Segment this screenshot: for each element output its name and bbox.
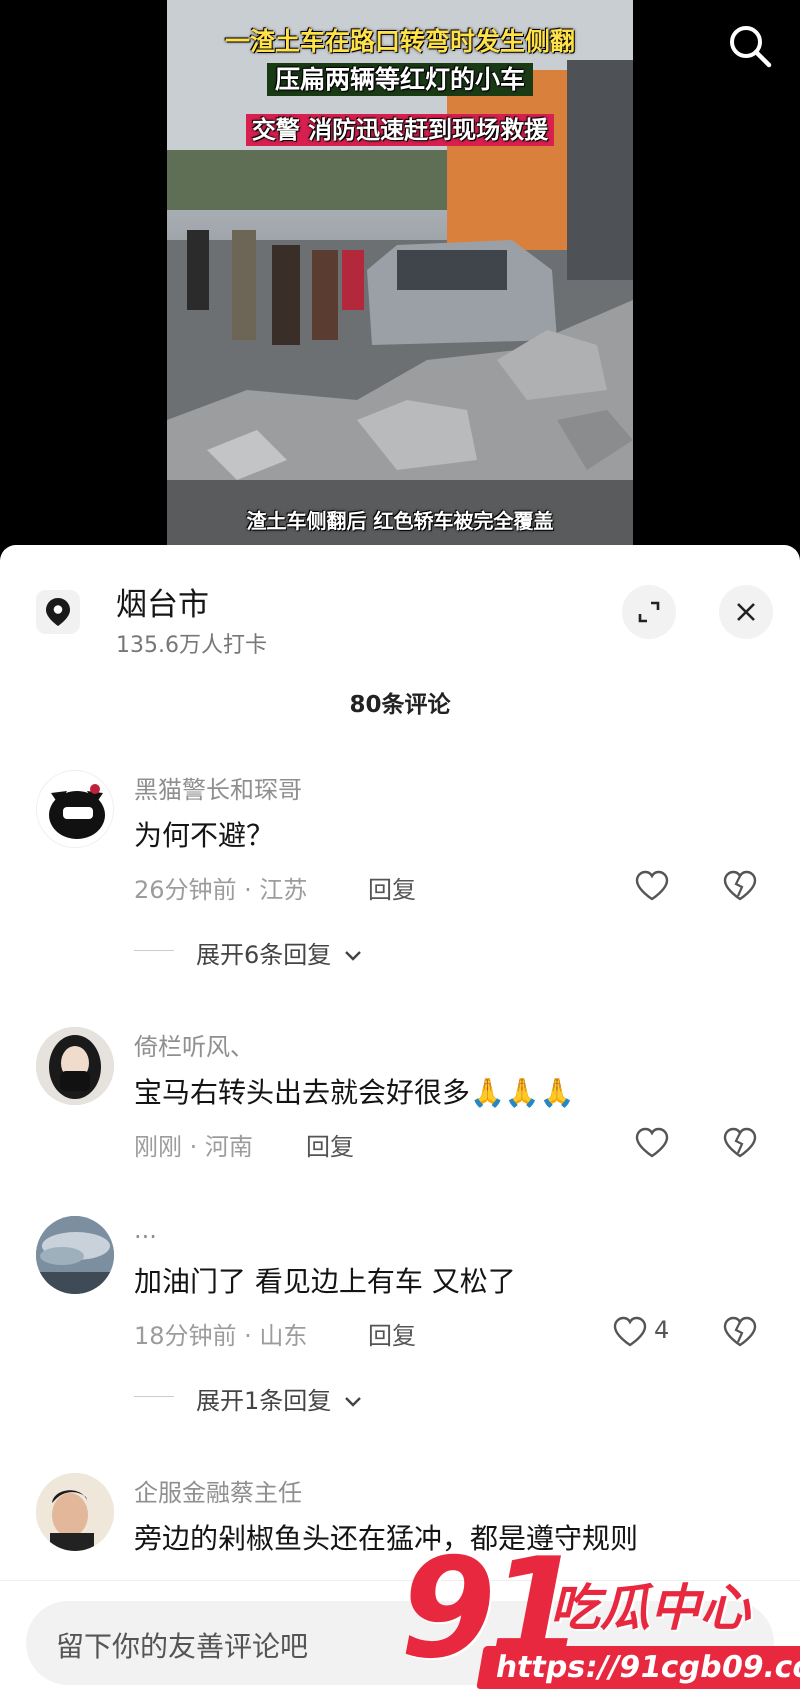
heart-icon [635, 1127, 669, 1158]
comment-input-bar: 留下你的友善评论吧 [0, 1580, 800, 1707]
like-count: 4 [654, 1316, 670, 1344]
like-button[interactable] [632, 1123, 672, 1163]
reply-button[interactable]: 回复 [368, 1316, 416, 1351]
video-subtitle: 渣土车侧翻后 红色轿车被完全覆盖 [246, 509, 554, 533]
comment-meta: 刚刚 · 河南 [134, 1133, 253, 1161]
comment-sheet: 烟台市 135.6万人打卡 80条评论 黑猫警长和琛哥 为何不避？ 26分钟前 … [0, 545, 800, 1707]
video-caption-line-3-text: 交警 消防迅速赶到现场救援 [245, 114, 555, 146]
video-caption-line-3: 交警 消防迅速赶到现场救援 [167, 110, 633, 146]
avatar[interactable] [36, 1027, 114, 1105]
comment-username[interactable]: 倚栏听风、 [134, 1027, 254, 1062]
expand-replies-button[interactable]: 展开6条回复 [196, 935, 363, 970]
user-photo-avatar [36, 1027, 114, 1105]
location-title[interactable]: 烟台市 [116, 579, 209, 624]
comment-username[interactable]: 黑猫警长和琛哥 [134, 770, 302, 805]
like-button[interactable] [632, 866, 672, 906]
search-icon [730, 26, 772, 68]
comment-username[interactable]: 企服金融蔡主任 [134, 1473, 302, 1508]
expand-divider [134, 1396, 174, 1397]
avatar[interactable] [36, 1473, 114, 1551]
location-pin-icon [46, 598, 70, 626]
comment-input-placeholder: 留下你的友善评论吧 [56, 1630, 309, 1663]
dislike-button[interactable] [720, 1123, 760, 1163]
video-caption-line-1: 一渣土车在路口转弯时发生侧翻 [224, 27, 575, 56]
comment-username[interactable]: ... [134, 1216, 157, 1244]
video-frame[interactable]: 一渣土车在路口转弯时发生侧翻 压扁两辆等红灯的小车 交警 消防迅速赶到现场救援 … [167, 0, 633, 545]
expand-divider [134, 950, 174, 951]
dislike-button[interactable] [720, 866, 760, 906]
broken-heart-icon [723, 1127, 757, 1158]
comment-text: 宝马右转头出去就会好很多🙏🙏🙏 [134, 1076, 575, 1109]
comment-text: 为何不避？ [134, 819, 275, 852]
user-photo-avatar [36, 1473, 114, 1551]
expand-sheet-button[interactable] [622, 585, 676, 639]
reply-button[interactable]: 回复 [306, 1127, 354, 1162]
dislike-button[interactable] [720, 1312, 760, 1352]
heart-icon [613, 1316, 647, 1347]
expand-replies-label: 展开6条回复 [196, 941, 332, 969]
heart-icon [635, 870, 669, 901]
avatar[interactable] [36, 1216, 114, 1294]
comment-count-title: 80条评论 [349, 692, 451, 718]
location-checkin-count: 135.6万人打卡 [116, 633, 267, 658]
sky-photo-avatar [36, 1216, 114, 1294]
video-caption-line-2-text: 压扁两辆等红灯的小车 [266, 63, 533, 96]
video-caption-line-2: 压扁两辆等红灯的小车 [167, 60, 633, 96]
chevron-down-icon [345, 1397, 361, 1407]
close-icon [737, 603, 755, 621]
expand-replies-label: 展开1条回复 [196, 1387, 332, 1415]
comment-text: 加油门了 看见边上有车 又松了 [134, 1265, 516, 1298]
comment-text: 旁边的剁椒鱼头还在猛冲，都是遵守规则 [134, 1522, 639, 1555]
comment-meta: 26分钟前 · 江苏 [134, 876, 308, 904]
search-button[interactable] [726, 22, 774, 70]
cat-avatar-icon [37, 771, 113, 847]
video-player[interactable]: 一渣土车在路口转弯时发生侧翻 压扁两辆等红灯的小车 交警 消防迅速赶到现场救援 … [0, 0, 800, 560]
chevron-down-icon [345, 951, 361, 961]
expand-replies-button[interactable]: 展开1条回复 [196, 1381, 363, 1416]
broken-heart-icon [723, 870, 757, 901]
close-sheet-button[interactable] [719, 585, 773, 639]
comment-input[interactable]: 留下你的友善评论吧 [26, 1601, 774, 1685]
like-button[interactable] [610, 1312, 650, 1352]
broken-heart-icon [723, 1316, 757, 1347]
comment-meta: 18分钟前 · 山东 [134, 1322, 308, 1350]
expand-icon [638, 601, 660, 623]
reply-button[interactable]: 回复 [368, 870, 416, 905]
avatar[interactable] [36, 770, 114, 848]
location-pin-button[interactable] [36, 590, 80, 634]
